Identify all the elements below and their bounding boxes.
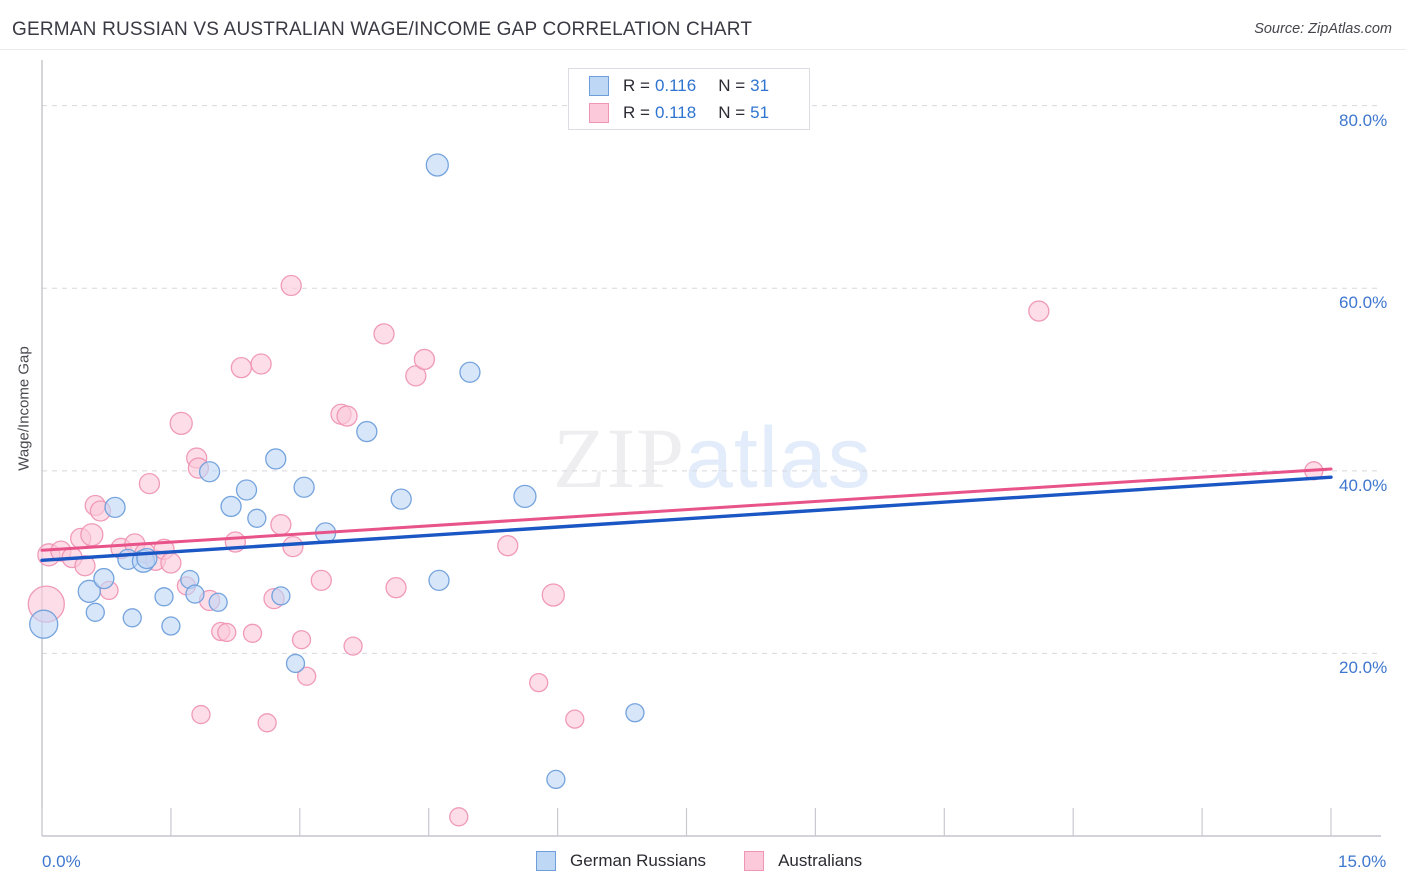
y-axis-tick-label: 40.0% [1339,475,1388,495]
scatter-point [282,535,304,558]
x-axis-tick-label-max: 15.0% [1338,852,1387,871]
scatter-point [169,411,193,436]
scatter-point [291,630,312,650]
y-axis-tick-label: 60.0% [1339,293,1388,313]
scatter-point [373,323,395,345]
scatter-point [217,622,237,643]
scatter-point [104,496,126,518]
scatter-point [541,583,565,607]
legend-item-australians[interactable]: Australians [744,851,862,871]
scatter-points-australians [27,274,1324,827]
scatter-point [293,476,315,498]
scatter-point [185,584,205,604]
scatter-point [247,508,267,528]
scatter-point [413,348,436,371]
scatter-point [93,567,115,590]
scatter-point [285,653,306,674]
scatter-point [390,488,412,510]
scatter-point [80,523,104,547]
scatter-point [459,361,481,383]
scatter-point [198,461,221,483]
stats-row-australians: R = 0.118 N = 51 [569,99,811,126]
scatter-point [343,636,363,656]
stats-r-label-pink: R = [623,102,650,122]
series-legend: German Russians Australians [536,851,900,871]
stats-n-value-pink: 51 [750,102,770,122]
scatter-point [29,609,59,639]
scatter-point [425,153,449,177]
axis-lines [41,60,1381,837]
scatter-point [161,616,181,636]
stats-row-german-russians: R = 0.116 N = 31 [569,72,811,99]
scatter-point [242,623,263,643]
correlation-chart: GERMAN RUSSIAN VS AUSTRALIAN WAGE/INCOME… [0,0,1406,892]
scatter-point [385,577,407,599]
scatter-point [220,495,242,518]
scatter-point [280,274,302,297]
scatter-point [449,807,469,827]
swatch-pink-icon [589,102,609,123]
stats-r-label-blue: R = [623,75,650,95]
stats-r-value-pink: 0.118 [654,102,697,122]
scatter-point [497,535,519,557]
scatter-point [428,569,450,592]
stats-r-value-blue: 0.116 [654,75,697,95]
scatter-point [336,405,358,427]
legend-label-german-russians: German Russians [570,851,707,870]
scatter-point [529,672,549,693]
scatter-point [1028,300,1050,322]
scatter-point [257,713,277,733]
x-axis-ticks [41,808,1332,836]
y-axis-tick-label: 20.0% [1339,658,1388,678]
scatter-point [271,586,291,606]
scatter-point [265,448,287,470]
legend-swatch-pink-icon [744,851,765,871]
stats-n-label-pink: N = [718,102,746,122]
scatter-point [270,514,292,536]
scatter-point [565,709,585,729]
scatter-point [235,479,258,501]
scatter-point [160,552,182,574]
trendline-german-russians [40,475,1333,562]
swatch-blue-icon [589,75,609,96]
scatter-point [356,420,378,443]
scatter-point [122,608,142,628]
legend-label-australians: Australians [778,851,863,870]
statistics-legend: R = 0.116 N = 31 R = 0.118 N = 51 [568,68,810,130]
scatter-point [191,704,211,725]
scatter-point [513,484,537,509]
legend-item-german-russians[interactable]: German Russians [536,851,706,871]
scatter-point [208,592,228,612]
scatter-point [154,587,174,607]
stats-n-label-blue: N = [718,75,746,95]
scatter-point [625,703,645,723]
scatter-point [310,569,332,592]
scatter-point [138,472,161,495]
scatter-point [250,353,272,375]
plot-area [27,60,1381,837]
y-axis-tick-label: 80.0% [1339,110,1388,130]
scatter-point [230,357,253,379]
stats-n-value-blue: 31 [750,75,770,95]
gridlines [42,105,1381,654]
x-axis-tick-label-min: 0.0% [42,852,81,871]
scatter-point [546,769,566,790]
scatter-point [85,602,105,622]
legend-swatch-blue-icon [536,851,556,871]
